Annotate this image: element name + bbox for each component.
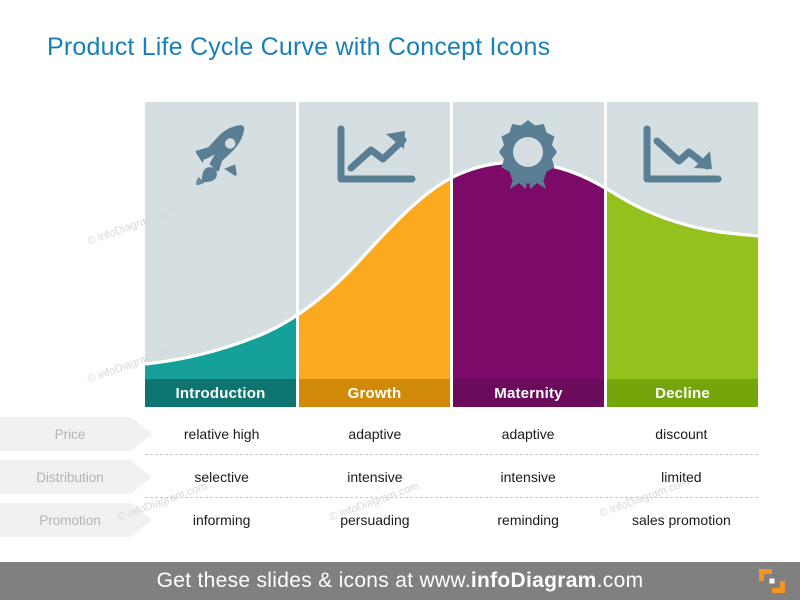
stage-chip-maternity[interactable]: Maternity bbox=[453, 379, 604, 407]
row-label-text: Promotion bbox=[39, 512, 101, 528]
cell-text: adaptive bbox=[501, 426, 555, 442]
table-row: Distribution selective intensive intensi… bbox=[0, 460, 800, 503]
row-cells: selective intensive intensive limited bbox=[145, 460, 758, 494]
row-cells: informing persuading reminding sales pro… bbox=[145, 503, 758, 537]
stage-label-bar: Introduction Growth Maternity Decline bbox=[145, 379, 758, 407]
stage-chip-introduction[interactable]: Introduction bbox=[145, 379, 296, 407]
cell-text: informing bbox=[192, 512, 251, 528]
cell-text: discount bbox=[655, 426, 708, 442]
stage-chip-label: Growth bbox=[347, 384, 402, 402]
row-label-text: Price bbox=[54, 426, 86, 442]
cell-price-decline: discount bbox=[605, 417, 758, 451]
cell-distribution-maternity: intensive bbox=[452, 460, 605, 494]
cell-text: selective bbox=[194, 469, 249, 485]
cell-text: intensive bbox=[347, 469, 403, 485]
table-row: Price relative high adaptive adaptive di… bbox=[0, 417, 800, 460]
cell-text: reminding bbox=[497, 512, 559, 528]
cell-promotion-growth: persuading bbox=[298, 503, 451, 537]
footer-suffix: .com bbox=[596, 569, 644, 592]
footer-brand: infoDiagram bbox=[470, 569, 597, 592]
cell-price-maternity: adaptive bbox=[452, 417, 605, 451]
stage-chip-label: Maternity bbox=[494, 384, 563, 402]
cell-text: sales promotion bbox=[631, 512, 731, 528]
footer-text[interactable]: Get these slides & icons at www.infoDiag… bbox=[157, 569, 644, 593]
row-label-text: Distribution bbox=[36, 469, 104, 485]
cell-text: relative high bbox=[183, 426, 260, 442]
cell-distribution-growth: intensive bbox=[298, 460, 451, 494]
table-row: Promotion informing persuading reminding… bbox=[0, 503, 800, 546]
cell-text: limited bbox=[661, 469, 702, 485]
cell-distribution-decline: limited bbox=[605, 460, 758, 494]
cell-text: adaptive bbox=[348, 426, 402, 442]
row-label-distribution: Distribution bbox=[0, 460, 152, 494]
row-label-price: Price bbox=[0, 417, 152, 451]
row-divider bbox=[145, 454, 758, 455]
cell-distribution-introduction: selective bbox=[145, 460, 298, 494]
attributes-table: Price relative high adaptive adaptive di… bbox=[0, 417, 800, 546]
cell-promotion-maternity: reminding bbox=[452, 503, 605, 537]
stage-chip-decline[interactable]: Decline bbox=[607, 379, 758, 407]
stage-chip-label: Introduction bbox=[175, 384, 266, 402]
cell-text: intensive bbox=[500, 469, 556, 485]
cell-promotion-introduction: informing bbox=[145, 503, 298, 537]
cell-text: persuading bbox=[340, 512, 410, 528]
footer-prefix: Get these slides & icons at www. bbox=[156, 569, 471, 592]
page-title: Product Life Cycle Curve with Concept Ic… bbox=[47, 33, 551, 61]
cell-promotion-decline: sales promotion bbox=[605, 503, 758, 537]
row-divider bbox=[145, 497, 758, 498]
row-cells: relative high adaptive adaptive discount bbox=[145, 417, 758, 451]
row-label-promotion: Promotion bbox=[0, 503, 152, 537]
infodiagram-logo-icon bbox=[758, 568, 786, 594]
stage-chip-label: Decline bbox=[655, 384, 710, 402]
cell-price-introduction: relative high bbox=[145, 417, 298, 451]
footer-bar: Get these slides & icons at www.infoDiag… bbox=[0, 562, 800, 600]
stage-chip-growth[interactable]: Growth bbox=[299, 379, 450, 407]
cell-price-growth: adaptive bbox=[298, 417, 451, 451]
lifecycle-chart bbox=[145, 102, 758, 379]
